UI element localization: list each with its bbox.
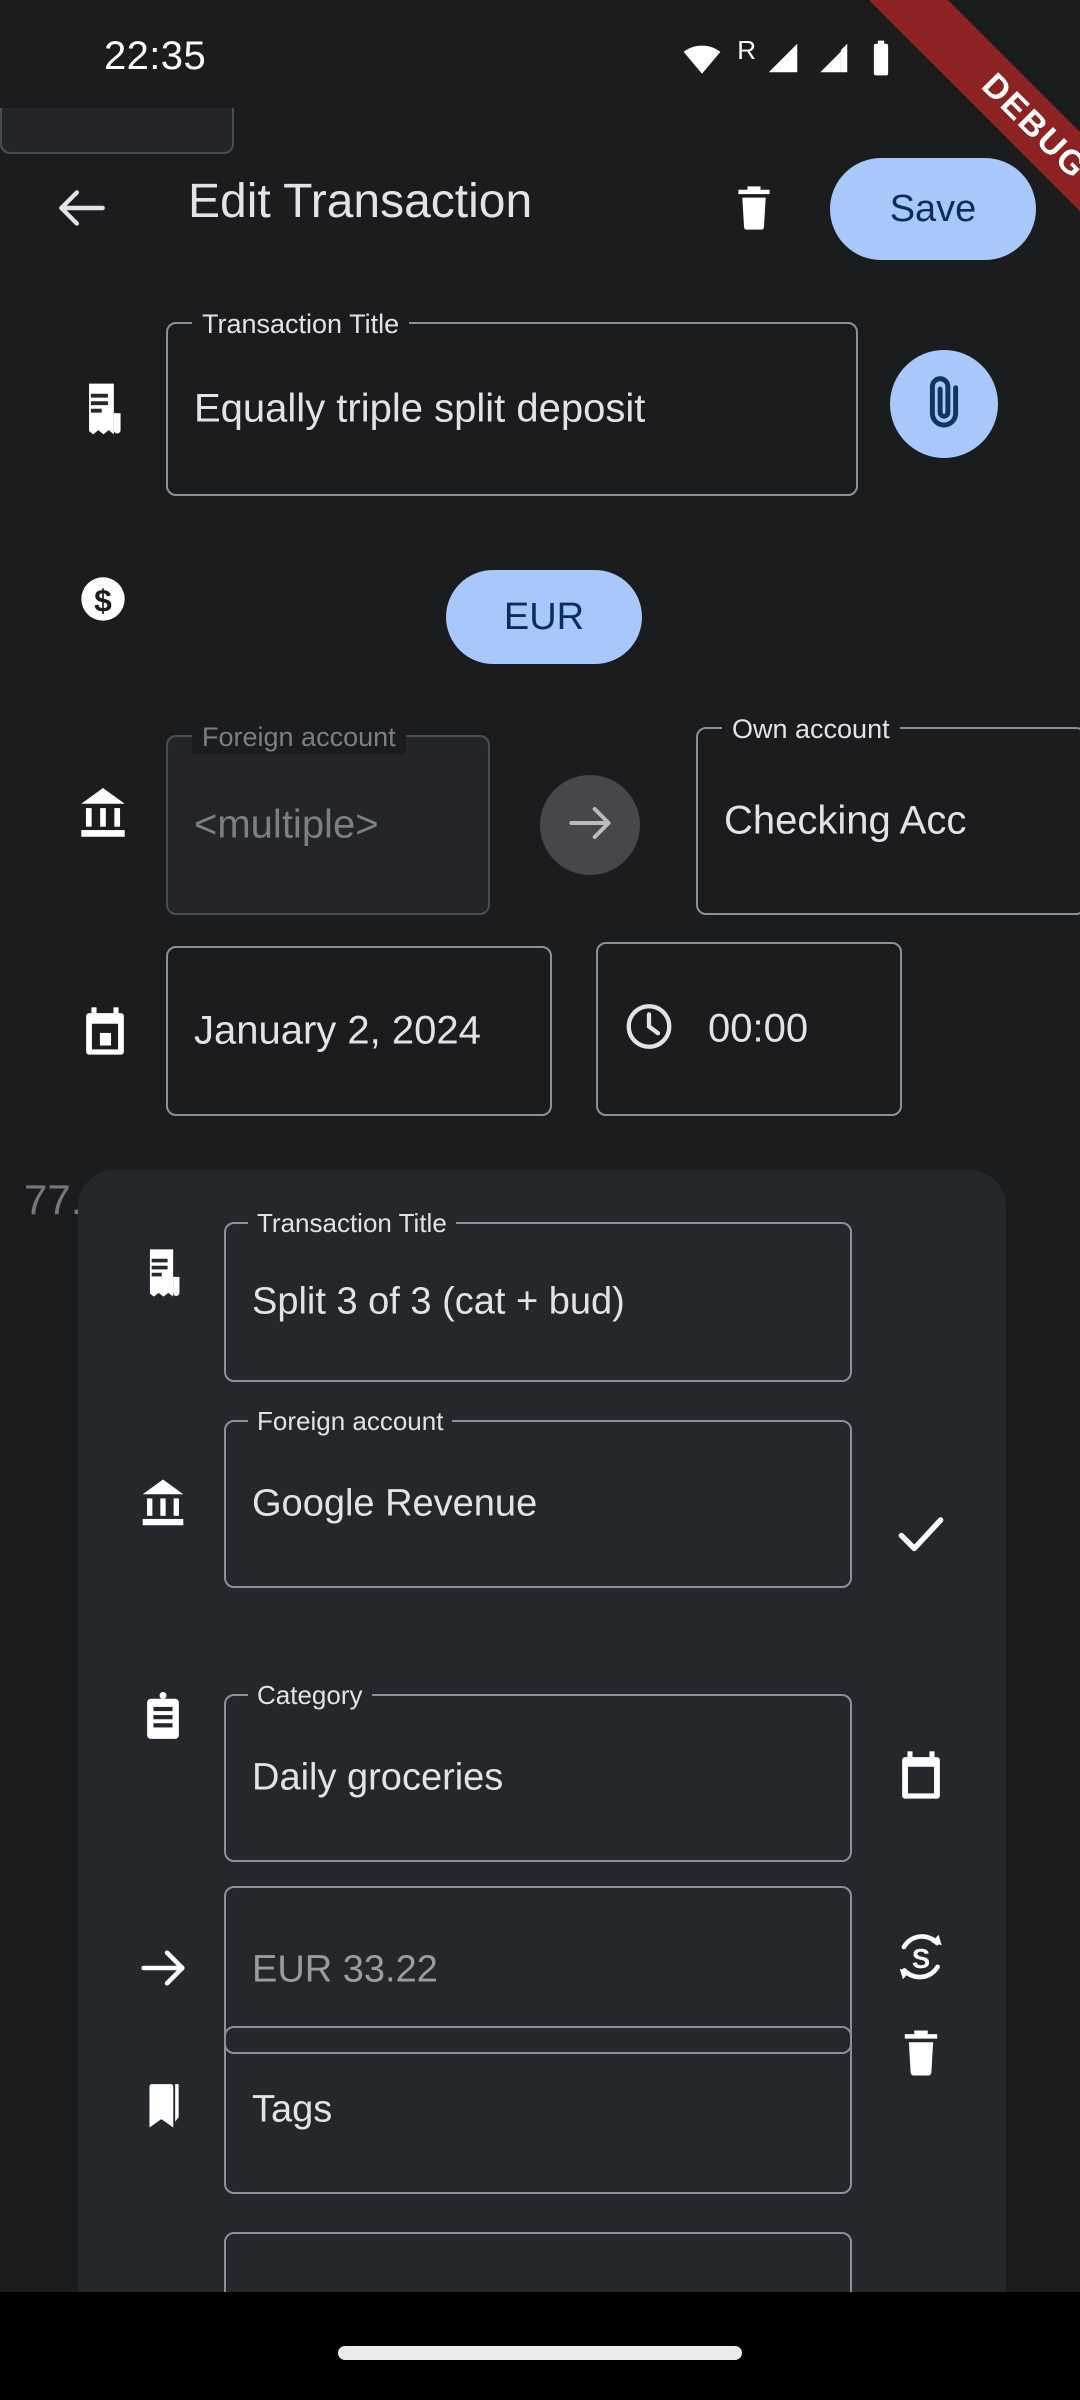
transaction-title-label: Transaction Title — [192, 307, 410, 341]
trash-icon[interactable] — [878, 2010, 964, 2096]
split-amount-value: EUR 33.22 — [252, 1948, 438, 1991]
split-transaction-card: Transaction Title Split 3 of 3 (cat + bu… — [78, 1170, 1006, 2340]
bank-icon — [60, 770, 146, 856]
split-category-label: Category — [248, 1679, 372, 1711]
svg-text:$: $ — [94, 582, 112, 618]
own-account-label: Own account — [722, 712, 900, 746]
split-tags-field[interactable]: Tags — [224, 2026, 852, 2194]
roaming-indicator: R — [737, 35, 756, 65]
foreign-account-field[interactable]: Foreign account <multiple> — [166, 720, 490, 915]
calendar-icon — [62, 988, 148, 1074]
currency-exchange-icon[interactable]: S — [878, 1914, 964, 2000]
split-foreign-account-value: Google Revenue — [252, 1482, 538, 1525]
wifi-icon — [681, 37, 723, 84]
time-field[interactable]: 00:00 — [596, 942, 902, 1116]
time-value: 00:00 — [708, 1006, 809, 1051]
signal-1-icon — [764, 39, 802, 82]
foreign-account-value: <multiple> — [194, 802, 379, 847]
split-foreign-account-label: Foreign account — [248, 1405, 453, 1437]
save-button[interactable]: Save — [830, 158, 1036, 260]
receipt-icon — [122, 1232, 204, 1314]
arrow-right-icon — [122, 1888, 204, 2048]
bank-icon — [122, 1370, 204, 1636]
transfer-direction-button[interactable] — [540, 775, 640, 875]
page-title: Edit Transaction — [188, 175, 533, 228]
arrow-right-icon — [562, 795, 618, 856]
dollar-coin-icon: $ — [62, 558, 144, 640]
calendar-icon[interactable] — [878, 1732, 964, 1818]
split-foreign-account-field[interactable]: Foreign account Google Revenue — [224, 1405, 852, 1588]
check-icon[interactable] — [878, 1492, 964, 1578]
receipt-icon — [60, 366, 146, 452]
signal-2-icon — [814, 39, 852, 82]
gesture-handle[interactable] — [338, 2346, 742, 2360]
clock-icon — [622, 1000, 676, 1059]
battery-icon — [864, 39, 898, 82]
app-screen: 22:35 R DEBUG Edit Transaction Save Tran… — [0, 0, 1080, 2400]
transaction-title-value: Equally triple split deposit — [194, 386, 646, 431]
split-title-field[interactable]: Transaction Title Split 3 of 3 (cat + bu… — [224, 1207, 852, 1382]
delete-transaction-button[interactable] — [712, 168, 796, 252]
clipboard-icon — [122, 1646, 204, 1786]
split-category-value: Daily groceries — [252, 1756, 504, 1799]
trash-icon — [728, 182, 780, 239]
attachment-button[interactable] — [890, 350, 998, 458]
bookmark-icon — [122, 2026, 204, 2186]
split-tags-value: Tags — [252, 2088, 333, 2131]
svg-text:S: S — [912, 1943, 930, 1974]
split-title-value: Split 3 of 3 (cat + bud) — [252, 1280, 625, 1323]
split-category-field[interactable]: Category Daily groceries — [224, 1679, 852, 1862]
date-value: January 2, 2024 — [194, 1008, 481, 1053]
arrow-back-icon — [51, 177, 113, 244]
status-icons: R — [681, 35, 898, 84]
system-nav-bar — [0, 2292, 1080, 2400]
status-bar: 22:35 R — [0, 0, 1080, 108]
currency-chip[interactable]: EUR — [446, 570, 642, 664]
split-title-label: Transaction Title — [248, 1207, 456, 1239]
own-account-field[interactable]: Own account Checking Acc — [696, 712, 1080, 915]
status-clock: 22:35 — [104, 34, 207, 78]
date-field[interactable]: January 2, 2024 — [166, 946, 552, 1116]
app-bar: Edit Transaction Save — [0, 140, 1080, 280]
own-account-value: Checking Acc — [724, 798, 967, 843]
foreign-account-label: Foreign account — [192, 720, 406, 754]
transaction-title-field[interactable]: Transaction Title Equally triple split d… — [166, 307, 858, 496]
back-button[interactable] — [38, 166, 126, 254]
paperclip-icon — [913, 371, 975, 438]
